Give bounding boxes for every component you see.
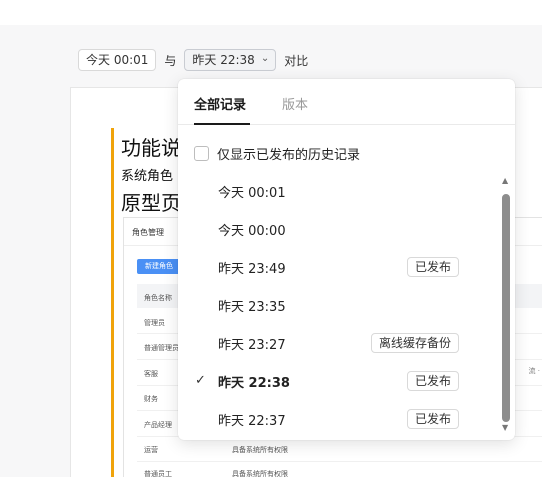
published-only-checkbox[interactable] [194,146,209,161]
history-record[interactable]: 今天 00:01 [178,172,500,210]
triangle-down-icon[interactable]: ▼ [502,423,508,432]
prototype-row-name: 管理员 [144,319,165,327]
compare-bar: 今天 00:01 与 昨天 22:38 ⌄ 对比 [78,49,316,71]
to-version-label: 昨天 22:38 [192,53,255,67]
from-version-chip[interactable]: 今天 00:01 [78,49,157,71]
history-record[interactable]: 昨天 23:35 [178,286,500,324]
published-badge: 已发布 [406,371,459,391]
history-record[interactable]: 昨天 23:49 已发布 [178,248,500,286]
prototype-column-header: 角色名称 [144,294,172,302]
history-tabs: 全部记录 版本 [178,79,515,125]
chevron-down-icon: ⌄ [260,53,270,64]
prototype-row-divider [137,461,542,462]
prototype-row-name: 客服 [144,370,158,378]
prototype-row-name: 财务 [144,395,158,403]
tab-versions[interactable]: 版本 [282,94,308,113]
record-time: 昨天 22:38 [218,375,290,391]
compare-suffix: 对比 [284,53,309,68]
to-version-dropdown[interactable]: 昨天 22:38 ⌄ [184,49,277,71]
prototype-row-permission: 具备系统所有权限 [232,446,288,454]
history-record-selected[interactable]: ✓ 昨天 22:38 已发布 [178,362,500,400]
scrollbar-thumb[interactable] [502,194,510,422]
record-time: 昨天 23:35 [218,299,286,315]
prototype-row-name: 产品经理 [144,421,172,429]
published-badge: 已发布 [406,257,459,277]
prototype-row-name: 普通员工 [144,470,172,477]
published-only-label: 仅显示已发布的历史记录 [217,148,361,163]
prototype-new-role-button: 新建角色 [137,259,181,274]
published-only-filter[interactable]: 仅显示已发布的历史记录 [194,144,360,163]
document-subtitle: 系统角色 [121,169,174,184]
top-bar [0,0,542,25]
offline-cache-badge: 离线缓存备份 [370,333,459,353]
history-scrollbar[interactable]: ▲ ▼ [500,176,512,434]
section-accent-bar [111,128,114,477]
history-record[interactable]: 昨天 23:27 离线缓存备份 [178,324,500,362]
record-time: 今天 00:01 [218,185,286,201]
prototype-row-name: 运营 [144,446,158,454]
prototype-row-name: 普通管理员 [144,344,179,352]
history-record[interactable]: 今天 00:00 [178,210,500,248]
record-time: 今天 00:00 [218,223,286,239]
connector-text: 与 [164,53,177,68]
prototype-heading: 原型页 [121,191,181,215]
published-badge: 已发布 [406,409,459,429]
active-tab-indicator [194,123,250,125]
prototype-row-permission: 具备系统所有权限 [232,470,288,477]
function-heading: 功能说 [121,136,181,160]
record-time: 昨天 22:37 [218,413,286,429]
tab-all-records[interactable]: 全部记录 [194,94,246,113]
check-icon: ✓ [195,373,206,388]
triangle-up-icon[interactable]: ▲ [502,176,508,185]
history-record[interactable]: 昨天 22:37 已发布 [178,400,500,438]
record-time: 昨天 23:27 [218,337,286,353]
record-time: 昨天 23:49 [218,261,286,277]
history-record-list: 今天 00:01 今天 00:00 昨天 23:49 已发布 昨天 23:35 … [178,172,500,438]
prototype-right-fragment: 流 · [528,367,540,375]
history-popover: 全部记录 版本 仅显示已发布的历史记录 今天 00:01 今天 00:00 昨天… [178,79,515,440]
prototype-title: 角色管理 [132,228,164,237]
